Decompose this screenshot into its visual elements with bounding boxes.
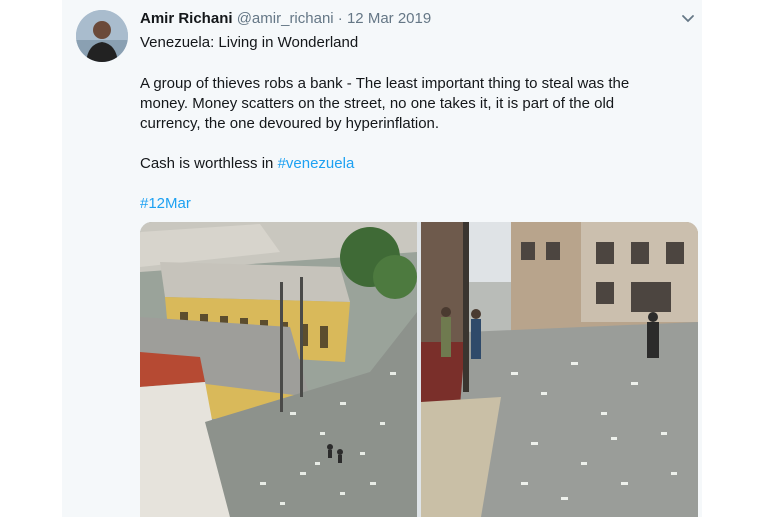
photo-aerial-street[interactable] [140,222,417,517]
tweet-body-line: currency, the one devoured by hyperinfla… [140,115,440,132]
tweet-header: Amir Richani @amir_richani · 12 Mar 2019 [140,10,431,30]
photo-street-level[interactable] [421,222,698,517]
cash-text: Cash is worthless in [140,155,278,172]
tweet-body-line: money. Money scatters on the street, no … [140,95,615,112]
tweet-line-title: Venezuela: Living in Wonderland [140,34,359,51]
chevron-down-icon[interactable] [680,10,696,26]
hashtag-venezuela[interactable]: #venezuela [278,155,355,172]
tweet-media [140,222,698,517]
tweet-date[interactable]: 12 Mar 2019 [347,10,431,27]
hashtag-12mar[interactable]: #12Mar [140,194,191,214]
tweet-cash-line: Cash is worthless in #venezuela [140,154,354,174]
author-name[interactable]: Amir Richani [140,10,233,27]
dot-separator: · [337,10,343,27]
avatar[interactable] [76,10,128,62]
author-handle[interactable]: @amir_richani [237,10,334,27]
tweet-body-line: A group of thieves robs a bank - The lea… [140,75,630,92]
